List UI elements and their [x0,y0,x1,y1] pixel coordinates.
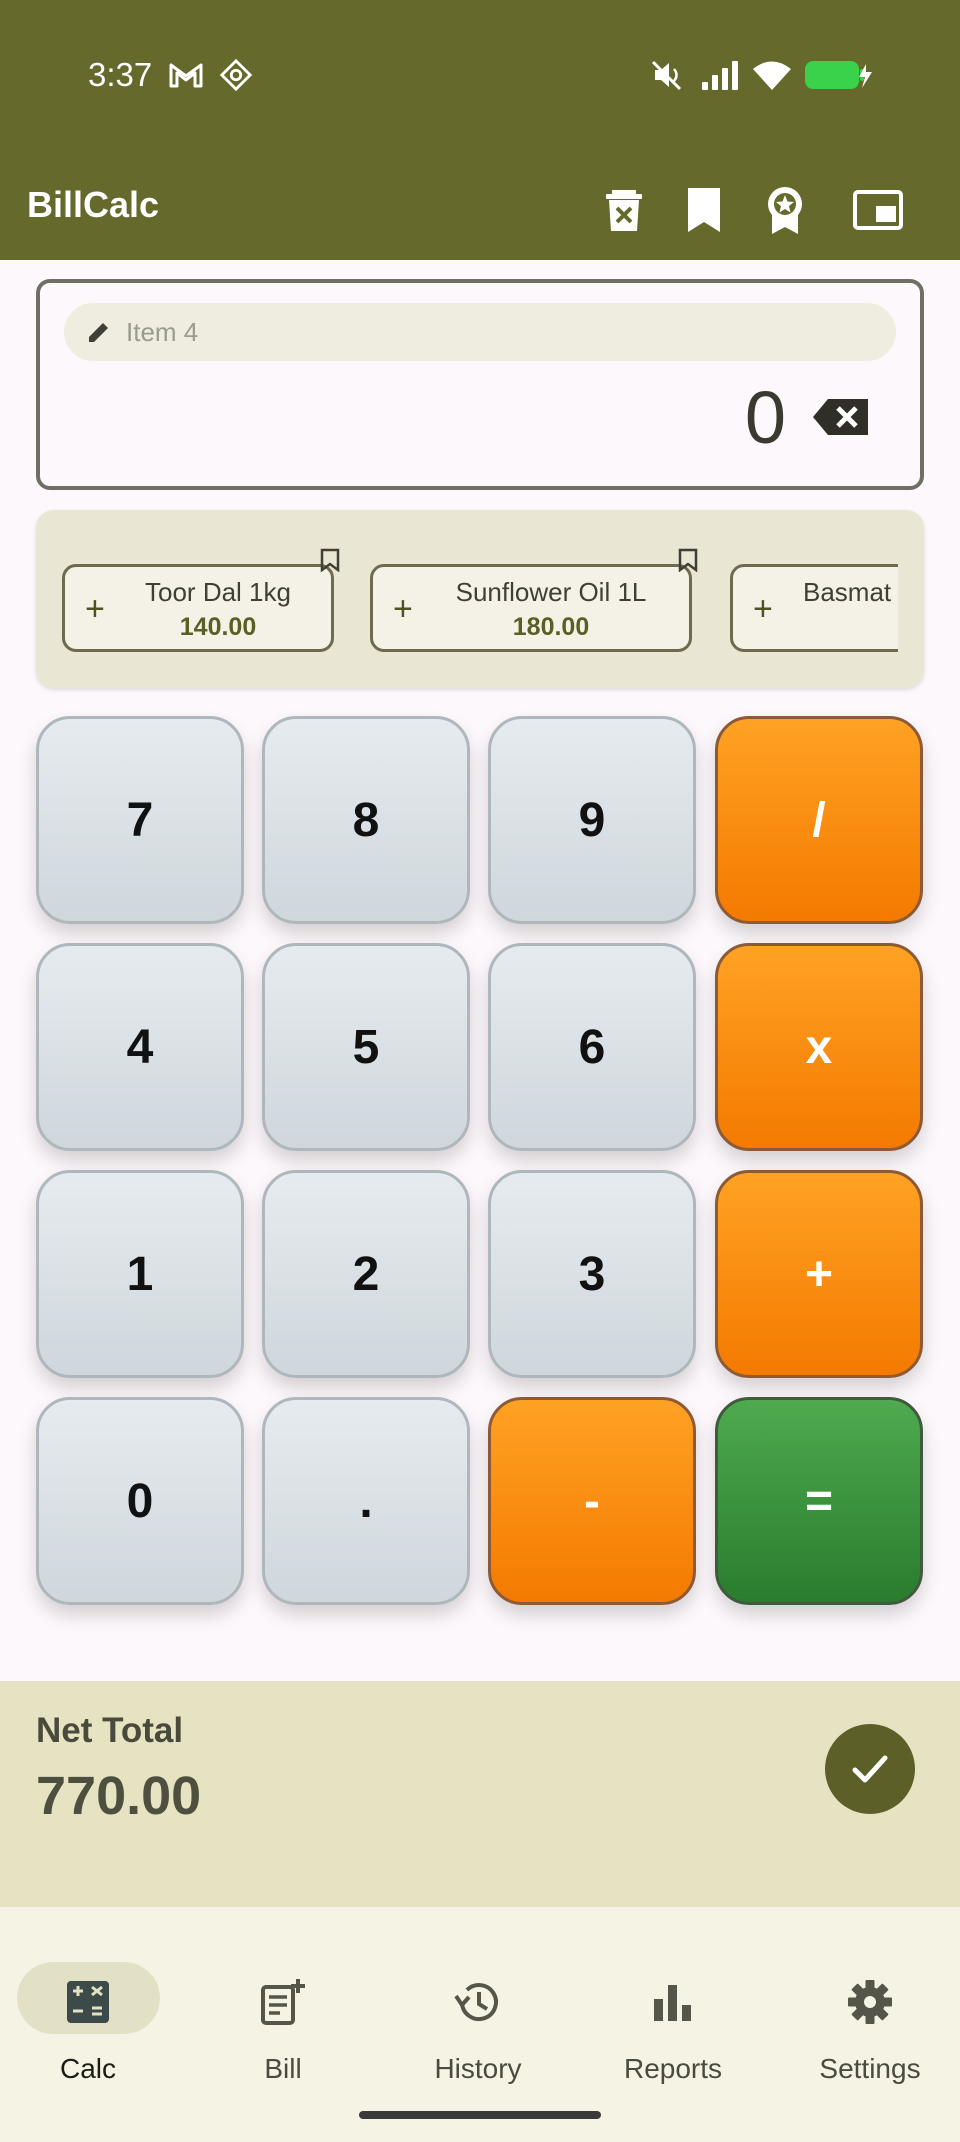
wifi-icon [753,61,791,90]
key-6[interactable]: 6 [488,943,696,1151]
quick-item-name: Toor Dal 1kg [145,577,291,607]
calculator-icon [67,1981,109,2023]
bar-chart-icon [654,1985,691,2021]
battery-charging-icon [805,61,872,89]
net-total-panel: Net Total 770.00 [0,1681,960,1907]
nav-label-history: History [434,2053,522,2084]
bookmark-small-icon [320,548,340,572]
bottom-navigation: Calc Bill History Reports Settings [0,1907,960,2142]
picture-in-picture-icon[interactable] [852,184,904,236]
key-minus[interactable]: - [488,1397,696,1605]
key-2[interactable]: 2 [262,1170,470,1378]
app-title: BillCalc [27,184,160,225]
key-5[interactable]: 5 [262,943,470,1151]
entry-value: 0 [744,376,786,459]
backspace-icon[interactable] [812,397,870,437]
pencil-icon [89,323,108,342]
check-icon [852,1755,888,1783]
key-7[interactable]: 7 [36,716,244,924]
nav-item-reports[interactable]: Reports [583,1935,763,2084]
quick-item-chip[interactable]: + Toor Dal 1kg 140.00 [62,564,334,652]
confirm-button[interactable] [825,1724,915,1814]
settings-tool-icon [219,58,253,92]
key-4[interactable]: 4 [36,943,244,1151]
nav-label-bill: Bill [264,2053,302,2084]
quick-item-chip[interactable]: + Sunflower Oil 1L 180.00 [370,564,692,652]
key-dot[interactable]: . [262,1397,470,1605]
nav-item-history[interactable]: History [388,1935,568,2084]
key-multiply[interactable]: x [715,943,923,1151]
bookmark-small-icon [678,548,698,572]
item-name-input[interactable] [126,311,866,353]
nav-item-bill[interactable]: Bill [193,1935,373,2084]
mute-icon [651,60,682,91]
key-3[interactable]: 3 [488,1170,696,1378]
app-header: 3:37 BillCalc [0,0,960,260]
entry-card: 0 [36,279,924,490]
nav-item-calc[interactable]: Calc [0,1935,180,2084]
key-1[interactable]: 1 [36,1170,244,1378]
quick-item-name: Sunflower Oil 1L [455,577,647,607]
gear-icon [848,1980,892,2024]
key-0[interactable]: 0 [36,1397,244,1605]
status-bar: 3:37 [0,0,960,150]
net-total-label: Net Total [36,1711,184,1750]
nav-label-settings: Settings [819,2053,921,2084]
net-total-value: 770.00 [36,1766,202,1826]
quick-item-price: 45 [733,613,898,642]
bill-add-icon [261,1979,305,2025]
key-9[interactable]: 9 [488,716,696,924]
item-name-field[interactable] [64,303,896,361]
quick-item-price: 180.00 [512,613,590,641]
quick-items-scroller[interactable]: + Toor Dal 1kg 140.00 + Sunflower Oil 1L… [62,564,898,654]
award-icon[interactable] [759,184,811,236]
status-time: 3:37 [88,56,153,93]
signal-icon [702,61,738,90]
delete-icon[interactable] [598,184,650,236]
gesture-home-bar[interactable] [359,2111,601,2119]
bookmark-icon[interactable] [678,184,730,236]
quick-items-strip: + Toor Dal 1kg 140.00 + Sunflower Oil 1L… [36,510,924,688]
quick-item-price: 140.00 [179,613,257,641]
history-icon [454,1983,498,2021]
nav-label-reports: Reports [623,2053,723,2084]
key-8[interactable]: 8 [262,716,470,924]
nav-label-calc: Calc [59,2053,116,2084]
quick-item-name: Basmat [803,577,892,607]
key-plus[interactable]: + [715,1170,923,1378]
quick-item-chip[interactable]: + Basmat 45 [730,564,898,652]
key-divide[interactable]: / [715,716,923,924]
gmail-icon [169,63,203,88]
nav-item-settings[interactable]: Settings [780,1935,960,2084]
key-equals[interactable]: = [715,1397,923,1605]
